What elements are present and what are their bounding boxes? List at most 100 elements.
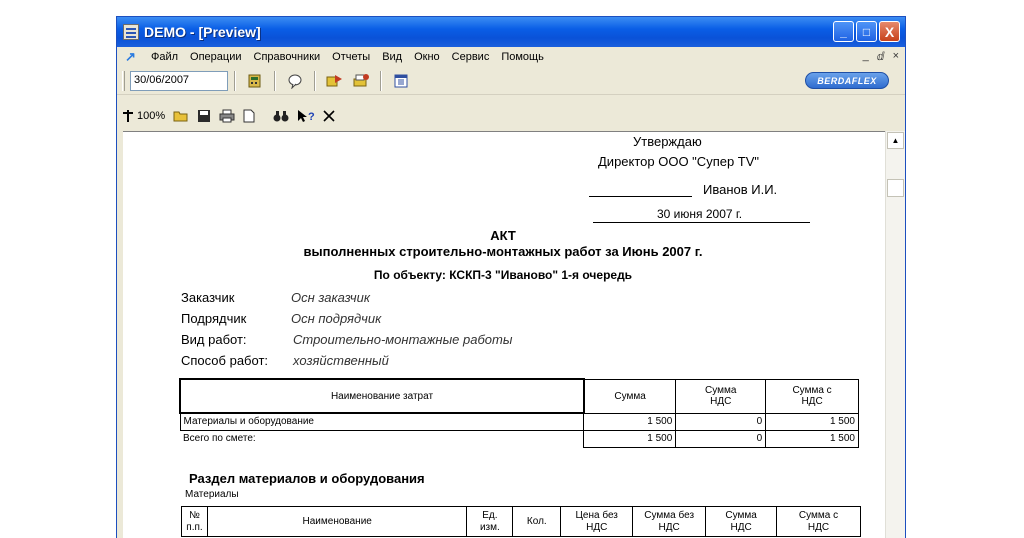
director-label: Директор ООО "Супер TV" (598, 154, 760, 169)
section-subtitle: Материалы (185, 489, 239, 500)
signature-line (589, 196, 692, 197)
printer-icon (219, 109, 235, 123)
row-vat: 0 (675, 429, 767, 448)
main-toolbar: 30/06/2007 BERDAFLEX (117, 67, 905, 95)
minimize-button[interactable]: _ (833, 21, 854, 42)
column-header: Сумма без НДС (632, 506, 707, 537)
column-header: Сумма НДС (675, 378, 767, 414)
mdi-restore-button[interactable]: ⅆ (877, 50, 885, 63)
app-icon (123, 24, 139, 40)
row-sum: 1 500 (583, 412, 677, 431)
approve-label: Утверждаю (633, 134, 702, 149)
document-date: 30 июня 2007 г. (657, 207, 743, 221)
customer-value: Осн заказчик (291, 290, 370, 305)
work-method-label: Способ работ: (181, 353, 269, 368)
menu-directories[interactable]: Справочники (248, 51, 327, 63)
row-name: Материалы и оборудование (179, 412, 585, 431)
table-row: Всего по смете: 1 500 0 1 500 (180, 429, 859, 448)
help-button[interactable]: ? (297, 106, 315, 126)
column-header: Наименование (206, 506, 468, 537)
save-button[interactable] (197, 106, 211, 126)
toolbar-grip[interactable] (122, 70, 125, 91)
comment-icon[interactable] (285, 71, 305, 91)
act-subtitle: выполненных строительно-монтажных работ … (303, 244, 703, 259)
row-total: 1 500 (765, 412, 859, 431)
print-button[interactable] (219, 106, 235, 126)
page-setup-button[interactable] (243, 106, 255, 126)
row-total: 1 500 (765, 429, 859, 448)
toolbar-separator (234, 70, 236, 91)
binoculars-icon (273, 111, 289, 122)
summary-table: Наименование затрат Сумма Сумма НДС Сумм… (179, 378, 859, 448)
work-type-value: Строительно-монтажные работы (293, 332, 513, 347)
scroll-up-arrow-icon[interactable]: ▲ (887, 132, 904, 149)
menu-window[interactable]: Окно (408, 51, 446, 63)
print-report-icon[interactable] (351, 71, 371, 91)
signer-name: Иванов И.И. (703, 182, 778, 197)
brand-logo: BERDAFLEX (805, 72, 889, 89)
menu-service[interactable]: Сервис (446, 51, 496, 63)
zoom-level: 100% (137, 110, 166, 122)
close-preview-button[interactable] (323, 106, 335, 126)
menu-operations[interactable]: Операции (184, 51, 247, 63)
preview-toolbar: 100% ? (117, 103, 905, 129)
date-field[interactable]: 30/06/2007 (130, 70, 228, 91)
menu-reports[interactable]: Отчеты (326, 51, 376, 63)
calculator-icon[interactable] (245, 71, 265, 91)
scroll-thumb[interactable] (887, 179, 904, 197)
zoom-button[interactable]: 100% (121, 106, 165, 126)
menu-bar: ↗ Файл Операции Справочники Отчеты Вид О… (117, 47, 905, 67)
floppy-disk-icon (198, 110, 211, 122)
column-header: Ед. изм. (466, 506, 514, 537)
column-header: Кол. (512, 506, 562, 537)
act-object: По объекту: КСКП-3 "Иваново" 1-я очередь (373, 268, 633, 282)
mdi-close-button[interactable]: × (893, 50, 899, 63)
help-arrow-icon: ? (298, 110, 315, 123)
customer-label: Заказчик (181, 290, 235, 305)
toolbar-separator (314, 70, 316, 91)
column-header: № п.п. (181, 506, 208, 537)
contractor-value: Осн подрядчик (291, 311, 382, 326)
mdi-controls: _ ⅆ × (863, 50, 899, 63)
maximize-button[interactable]: □ (856, 21, 877, 42)
document-preview: Утверждаю Директор ООО "Супер TV" Иванов… (123, 131, 891, 538)
close-button[interactable]: X (879, 21, 900, 42)
act-title: АКТ (490, 228, 516, 243)
materials-table: № п.п. Наименование Ед. изм. Кол. Цена б… (181, 506, 861, 537)
work-type-label: Вид работ: (181, 332, 247, 347)
mdi-minimize-button[interactable]: _ (863, 50, 869, 63)
title-bar[interactable]: DEMO - [Preview] _ □ X (117, 17, 905, 47)
work-method-value: хозяйственный (293, 353, 389, 368)
row-sum: 1 500 (583, 429, 677, 448)
column-header: Цена без НДС (560, 506, 634, 537)
window-controls: _ □ X (833, 21, 900, 42)
svg-text:?: ? (308, 111, 315, 123)
page-icon (243, 109, 255, 123)
preview-window: DEMO - [Preview] _ □ X ↗ Файл Операции С… (116, 16, 906, 538)
calendar-icon[interactable] (391, 71, 411, 91)
section-title: Раздел материалов и оборудования (189, 471, 425, 486)
zoom-icon (123, 110, 133, 122)
open-button[interactable] (173, 106, 189, 126)
menu-file[interactable]: Файл (145, 51, 184, 63)
row-vat: 0 (675, 412, 767, 431)
vertical-scrollbar[interactable]: ▲ (885, 131, 905, 538)
column-header: Сумма с НДС (765, 378, 859, 414)
summary-header-row: Наименование затрат Сумма Сумма НДС Сумм… (179, 378, 859, 414)
find-button[interactable] (273, 106, 289, 126)
column-header: Сумма (583, 378, 677, 414)
column-header: Сумма с НДС (776, 506, 861, 537)
menu-view[interactable]: Вид (376, 51, 408, 63)
close-icon (323, 110, 335, 122)
app-menu-icon[interactable]: ↗ (125, 50, 141, 64)
window-title: DEMO - [Preview] (144, 24, 261, 40)
table-row: Материалы и оборудование 1 500 0 1 500 (179, 412, 859, 431)
column-header: Наименование затрат (179, 378, 585, 414)
accounts-icon[interactable] (325, 71, 345, 91)
column-header: Сумма НДС (705, 506, 778, 537)
folder-open-icon (173, 111, 188, 122)
menu-help[interactable]: Помощь (495, 51, 550, 63)
toolbar-separator (274, 70, 276, 91)
materials-header-row: № п.п. Наименование Ед. изм. Кол. Цена б… (181, 506, 861, 537)
row-name: Всего по смете: (183, 433, 256, 445)
